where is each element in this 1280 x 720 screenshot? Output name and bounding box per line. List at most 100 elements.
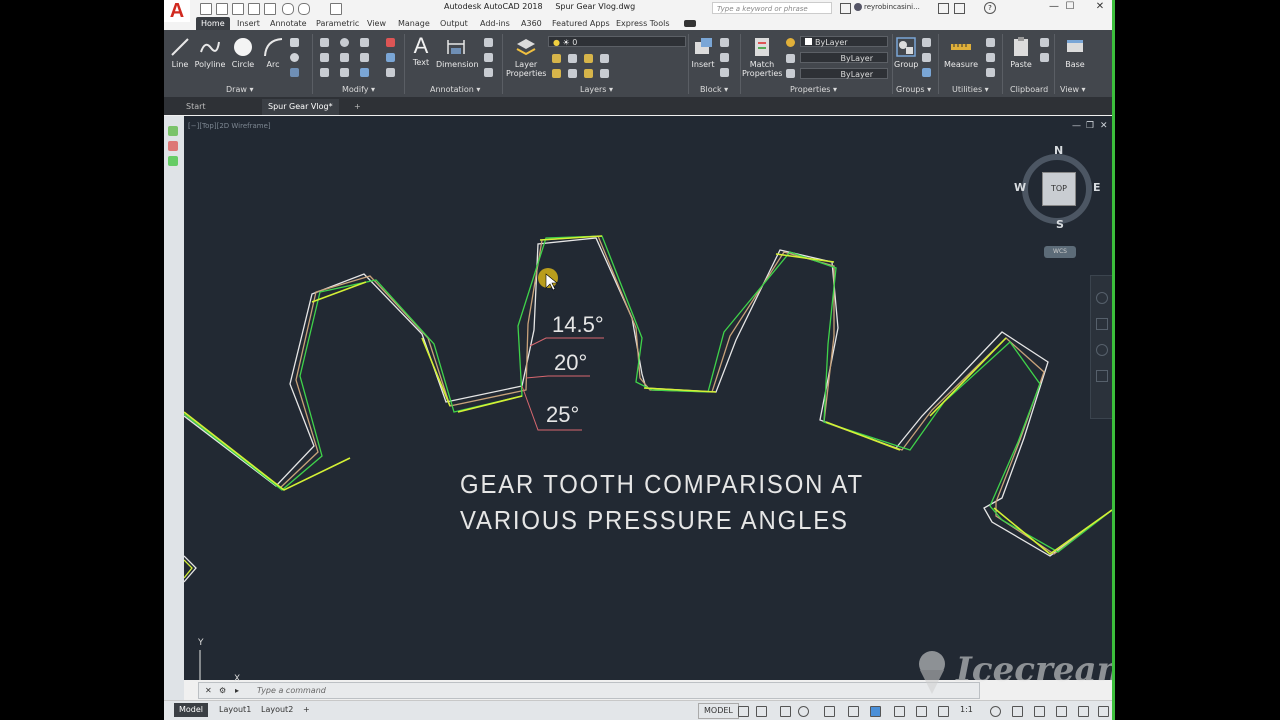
- layer-match-icon[interactable]: [552, 69, 561, 78]
- edit-block-icon[interactable]: [720, 53, 729, 62]
- recent-commands-icon[interactable]: ▸: [235, 683, 239, 698]
- arc-button[interactable]: Arc: [262, 36, 284, 69]
- explode-icon[interactable]: [386, 53, 395, 62]
- object-tracking-icon[interactable]: [870, 706, 881, 717]
- object-snap-icon[interactable]: [848, 706, 859, 717]
- measure-button[interactable]: Measure: [944, 36, 978, 69]
- tab-insert[interactable]: Insert: [232, 17, 265, 30]
- erase-icon[interactable]: [386, 38, 395, 47]
- save-icon[interactable]: [232, 3, 244, 15]
- isodraft-icon[interactable]: [824, 706, 835, 717]
- redo-icon[interactable]: [298, 3, 310, 15]
- copy-icon[interactable]: [320, 53, 329, 62]
- move-icon[interactable]: [320, 38, 329, 47]
- save-as-icon[interactable]: [248, 3, 260, 15]
- hatch-icon[interactable]: [290, 68, 299, 77]
- palette-icon[interactable]: [168, 126, 178, 136]
- layer-lock-icon[interactable]: [600, 54, 609, 63]
- viewport-minimize-icon[interactable]: —: [1072, 121, 1081, 131]
- close-button[interactable]: ✕: [1086, 0, 1112, 14]
- layers-panel-label[interactable]: Layers ▾: [580, 85, 613, 94]
- text-button[interactable]: A Text: [410, 34, 432, 68]
- paste-button[interactable]: Paste: [1008, 36, 1034, 69]
- polyline-button[interactable]: Polyline: [194, 36, 226, 69]
- search-input[interactable]: Type a keyword or phrase: [712, 2, 832, 14]
- compass-south[interactable]: S: [1056, 218, 1064, 231]
- tab-home[interactable]: Home: [196, 17, 230, 30]
- tab-output[interactable]: Output: [435, 17, 473, 30]
- user-name[interactable]: reyrobincasini...: [864, 3, 920, 11]
- pan-icon[interactable]: [1096, 318, 1108, 330]
- point-style-icon[interactable]: [986, 53, 995, 62]
- viewport-label[interactable]: [−][Top][2D Wireframe]: [188, 122, 271, 130]
- group-edit-icon[interactable]: [922, 53, 931, 62]
- units-icon[interactable]: [1034, 706, 1045, 717]
- snap-icon[interactable]: [756, 706, 767, 717]
- layer-previous-icon[interactable]: [568, 69, 577, 78]
- layer-palette-icon[interactable]: [168, 156, 178, 166]
- new-tab-button[interactable]: +: [348, 99, 367, 115]
- properties-panel-label[interactable]: Properties ▾: [790, 85, 837, 94]
- customization-icon[interactable]: [1098, 706, 1109, 717]
- properties-palette-icon[interactable]: [168, 141, 178, 151]
- annotation-monitor-icon[interactable]: [1012, 706, 1023, 717]
- viewcube-top-face[interactable]: TOP: [1042, 172, 1076, 206]
- drawing-canvas[interactable]: 14.5° 20° 25° GEAR TOOTH COMPARISON AT V…: [184, 116, 1112, 684]
- layer-properties-button[interactable]: Layer Properties: [506, 36, 546, 78]
- viewport-restore-icon[interactable]: ❐: [1086, 121, 1094, 131]
- group-select-icon[interactable]: [922, 68, 931, 77]
- compass-west[interactable]: W: [1014, 181, 1026, 194]
- tab-view[interactable]: View: [362, 17, 391, 30]
- color-dropdown[interactable]: ByLayer: [800, 36, 888, 47]
- table-icon[interactable]: [484, 68, 493, 77]
- offset-icon[interactable]: [386, 68, 395, 77]
- tab-annotate[interactable]: Annotate: [265, 17, 312, 30]
- create-block-icon[interactable]: [720, 38, 729, 47]
- help-icon[interactable]: ?: [984, 2, 996, 14]
- match-properties-button[interactable]: Match Properties: [742, 36, 782, 78]
- new-layout-button[interactable]: +: [298, 703, 315, 717]
- tab-featured-apps[interactable]: Featured Apps: [547, 17, 615, 30]
- layer-off-icon[interactable]: [584, 54, 593, 63]
- circle-button[interactable]: Circle: [230, 36, 256, 69]
- tab-parametric[interactable]: Parametric: [311, 17, 364, 30]
- dimension-button[interactable]: Dimension: [436, 36, 479, 69]
- file-tab-start[interactable]: Start: [180, 99, 212, 115]
- binoculars-icon[interactable]: [840, 3, 851, 14]
- maximize-button[interactable]: ☐: [1056, 0, 1084, 14]
- share-icon[interactable]: [330, 3, 342, 15]
- auto-scale-icon[interactable]: [938, 706, 949, 717]
- leader-icon[interactable]: [484, 38, 493, 47]
- print-icon[interactable]: [264, 3, 276, 15]
- command-input[interactable]: Type a command: [257, 683, 326, 698]
- cart-icon[interactable]: [938, 3, 949, 14]
- modify-panel-label[interactable]: Modify ▾: [342, 85, 375, 94]
- ellipse-icon[interactable]: [290, 53, 299, 62]
- view-panel-label[interactable]: View ▾: [1060, 85, 1086, 94]
- layer-merge-icon[interactable]: [600, 69, 609, 78]
- ribbon-toggle-icon[interactable]: [684, 20, 696, 27]
- color-wheel-icon[interactable]: [786, 38, 795, 47]
- file-tab-current[interactable]: Spur Gear Vlog*: [262, 99, 339, 115]
- trim-icon[interactable]: [360, 38, 369, 47]
- rotate-icon[interactable]: [340, 38, 349, 47]
- isolate-objects-icon[interactable]: [1056, 706, 1067, 717]
- steering-wheel-icon[interactable]: [1096, 292, 1108, 304]
- wcs-menu[interactable]: WCS: [1044, 246, 1076, 258]
- calculator-icon[interactable]: [986, 68, 995, 77]
- layout-tab-layout1[interactable]: Layout1: [214, 703, 256, 717]
- block-attribute-icon[interactable]: [720, 68, 729, 77]
- zoom-icon[interactable]: [1096, 344, 1108, 356]
- exchange-icon[interactable]: [954, 3, 965, 14]
- open-file-icon[interactable]: [216, 3, 228, 15]
- customize-icon[interactable]: ⚙: [219, 683, 226, 698]
- orbit-icon[interactable]: [1096, 370, 1108, 382]
- layer-dropdown[interactable]: ● ☀ 0: [548, 36, 686, 47]
- viewcube[interactable]: TOP N S E W: [1014, 144, 1104, 231]
- draw-panel-label[interactable]: Draw ▾: [226, 85, 253, 94]
- tab-express-tools[interactable]: Express Tools: [611, 17, 675, 30]
- annotation-scale[interactable]: 1:1: [960, 705, 973, 714]
- new-file-icon[interactable]: [200, 3, 212, 15]
- close-command-icon[interactable]: ✕: [205, 683, 212, 698]
- tab-a360[interactable]: A360: [516, 17, 547, 30]
